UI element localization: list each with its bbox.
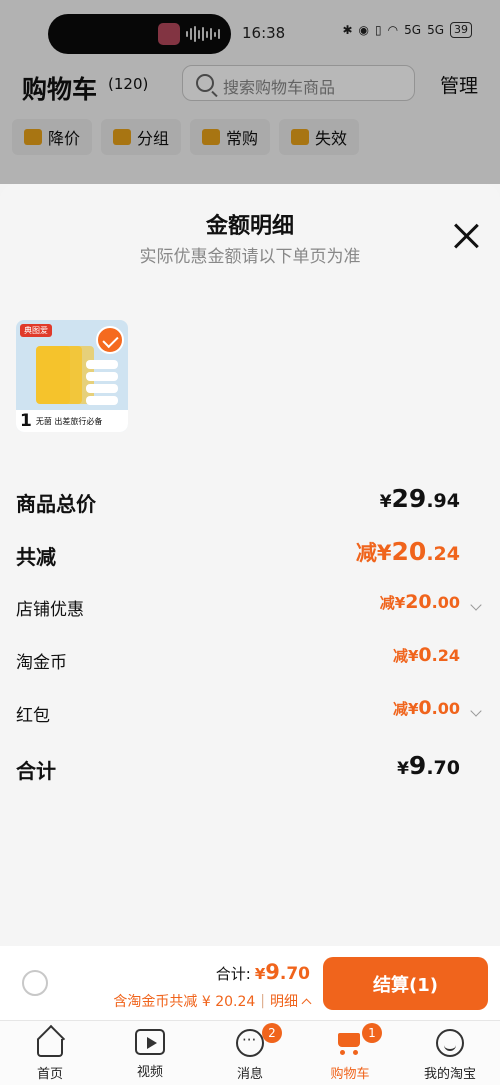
detail-toggle[interactable]: 明细 <box>270 991 298 1011</box>
row-red-packet[interactable]: 红包 减¥ 0 .00 <box>16 693 484 733</box>
row-label: 合计 <box>16 759 56 783</box>
row-taojinbi: 淘金币 减¥ 0 .24 <box>16 640 484 680</box>
row-label: 淘金币 <box>16 653 67 673</box>
product-thumbnail[interactable]: 典图爱 1 无菌 出差旅行必备 <box>16 320 128 432</box>
checkout-bar: 合计: ¥ 9 .70 含淘金币共减 ¥ 20.24 | 明细 结算(1) <box>0 946 500 1020</box>
discount-summary[interactable]: 含淘金币共减 ¥ 20.24 | 明细 <box>113 991 312 1011</box>
amount-dec: .00 <box>431 699 460 718</box>
tab-label: 首页 <box>36 1067 63 1082</box>
row-label: 红包 <box>16 706 50 726</box>
home-icon <box>37 1039 63 1057</box>
checkout-button[interactable]: 结算(1) <box>323 957 488 1010</box>
brand-tag: 典图爱 <box>20 324 52 337</box>
tab-cart[interactable]: 1 购物车 <box>300 1021 400 1085</box>
total-label: 合计: <box>215 965 251 983</box>
row-label: 店铺优惠 <box>16 600 84 620</box>
discount-prefix: 减¥ <box>379 594 406 612</box>
towel-roll <box>86 384 118 393</box>
video-icon <box>135 1029 165 1055</box>
tab-video[interactable]: 视频 <box>100 1021 200 1085</box>
total-dec: .70 <box>279 964 310 984</box>
amount-int: 29 <box>391 484 427 513</box>
amount-int: 0 <box>418 644 432 666</box>
row-shop-discount[interactable]: 店铺优惠 减¥ 20 .00 <box>16 587 484 627</box>
row-total-discount: 共减 减¥ 20 .24 <box>16 533 484 573</box>
amount-int: 9 <box>408 751 427 780</box>
tab-label: 视频 <box>136 1065 163 1080</box>
row-sum: 合计 ¥ 9 .70 <box>16 747 484 787</box>
cart-badge: 1 <box>362 1023 382 1043</box>
separator: | <box>260 993 265 1009</box>
tab-label: 我的淘宝 <box>423 1067 476 1082</box>
row-value: 减¥ 0 .24 <box>393 644 460 666</box>
tab-bar: 首页 视频 2 消息 1 购物车 我的淘宝 <box>0 1020 500 1085</box>
message-badge: 2 <box>262 1023 282 1043</box>
selected-check-icon[interactable] <box>96 326 124 354</box>
amount-int: 20 <box>391 537 427 566</box>
row-value: 减¥ 20 .24 <box>356 537 460 567</box>
chevron-down-icon <box>470 599 482 611</box>
row-value: ¥ 29 .94 <box>380 484 460 513</box>
tab-label: 消息 <box>236 1067 263 1082</box>
sheet-subtitle: 实际优惠金额请以下单页为准 <box>139 247 361 267</box>
profile-icon <box>436 1029 464 1057</box>
row-value: ¥ 9 .70 <box>397 751 460 780</box>
chevron-up-icon <box>301 998 312 1008</box>
row-total-price: 商品总价 ¥ 29 .94 <box>16 480 484 520</box>
discount-prefix: 减¥ <box>392 647 419 665</box>
amount-detail-sheet: 金额明细 实际优惠金额请以下单页为准 典图爱 1 无菌 出差旅行必备 商品总价 … <box>0 184 500 1020</box>
tab-my-taobao[interactable]: 我的淘宝 <box>400 1021 500 1085</box>
tab-home[interactable]: 首页 <box>0 1021 100 1085</box>
amount-dec: .70 <box>426 757 460 779</box>
towel-roll <box>86 372 118 381</box>
row-value: 减¥ 20 .00 <box>380 591 460 613</box>
amount-dec: .24 <box>426 543 460 565</box>
product-pack <box>36 346 70 404</box>
currency: ¥ <box>379 492 392 512</box>
amount-dec: .00 <box>431 593 460 612</box>
amount-int: 20 <box>405 591 432 613</box>
total-currency: ¥ <box>254 965 266 983</box>
chevron-down-icon <box>470 705 482 717</box>
row-label: 商品总价 <box>16 492 96 516</box>
message-icon <box>236 1029 264 1057</box>
amount-dec: .94 <box>426 490 460 512</box>
row-label: 共减 <box>16 545 56 569</box>
discount-prefix: 减¥ <box>355 541 392 565</box>
close-icon[interactable] <box>452 222 480 250</box>
product-caption-bar: 1 无菌 出差旅行必备 <box>16 410 128 432</box>
product-caption: 无菌 出差旅行必备 <box>35 416 103 426</box>
row-value: 减¥ 0 .00 <box>393 697 460 719</box>
total-amount: 合计: ¥ 9 .70 <box>216 960 310 984</box>
amount-int: 0 <box>418 697 432 719</box>
towel-roll <box>86 360 118 369</box>
total-int: 9 <box>265 960 280 984</box>
tab-messages[interactable]: 2 消息 <box>200 1021 300 1085</box>
towel-roll <box>86 396 118 405</box>
tab-label: 购物车 <box>330 1067 370 1082</box>
amount-dec: .24 <box>431 646 460 665</box>
modal-overlay[interactable] <box>0 0 500 184</box>
currency: ¥ <box>397 759 409 779</box>
discount-text: 含淘金币共减 ¥ 20.24 <box>113 994 256 1010</box>
sheet-title: 金额明细 <box>205 214 294 239</box>
product-qty: 1 <box>20 411 32 431</box>
discount-prefix: 减¥ <box>392 700 419 718</box>
select-all-radio[interactable] <box>22 970 48 996</box>
